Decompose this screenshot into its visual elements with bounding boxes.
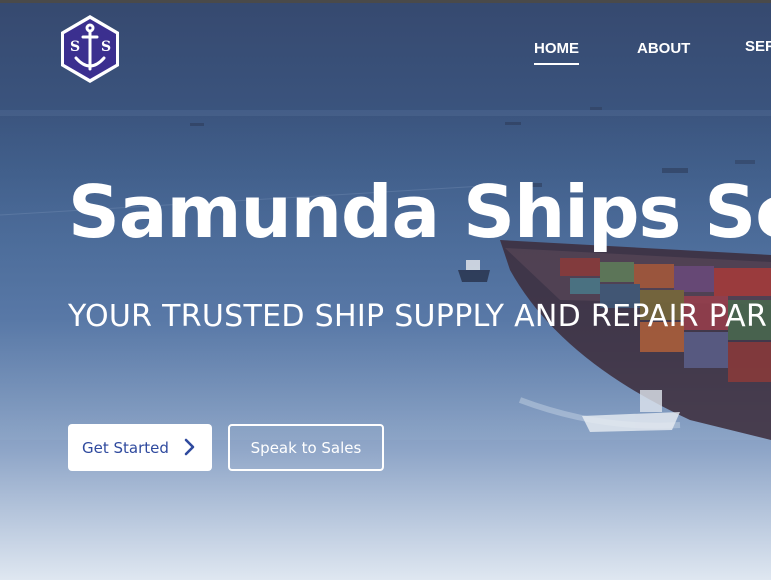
nav-about-label: ABOUT — [637, 40, 691, 57]
nav-about[interactable]: ABOUT — [637, 40, 690, 57]
logo-letter-right: S — [101, 39, 111, 55]
cargo-ship-image — [0, 107, 771, 440]
hero-title: Samunda Ships Ser — [68, 170, 771, 254]
chevron-right-icon — [184, 438, 195, 456]
nav-services[interactable]: SER — [745, 38, 771, 55]
get-started-label: Get Started — [82, 438, 169, 457]
logo-letter-left: S — [70, 39, 80, 55]
nav-home-label: HOME — [534, 40, 579, 57]
nav-services-label: SER — [745, 38, 771, 55]
speak-to-sales-label: Speak to Sales — [250, 438, 362, 457]
hero-section: S S HOME ABOUT SER Samunda Ships Ser YOU… — [0, 0, 771, 580]
hero-subtitle: YOUR TRUSTED SHIP SUPPLY AND REPAIR PAR — [68, 299, 768, 334]
company-logo[interactable]: S S — [59, 14, 121, 84]
nav-active-underline — [534, 63, 579, 65]
nav-home[interactable]: HOME — [534, 40, 579, 65]
speak-to-sales-button[interactable]: Speak to Sales — [228, 424, 384, 471]
get-started-button[interactable]: Get Started — [68, 424, 212, 471]
